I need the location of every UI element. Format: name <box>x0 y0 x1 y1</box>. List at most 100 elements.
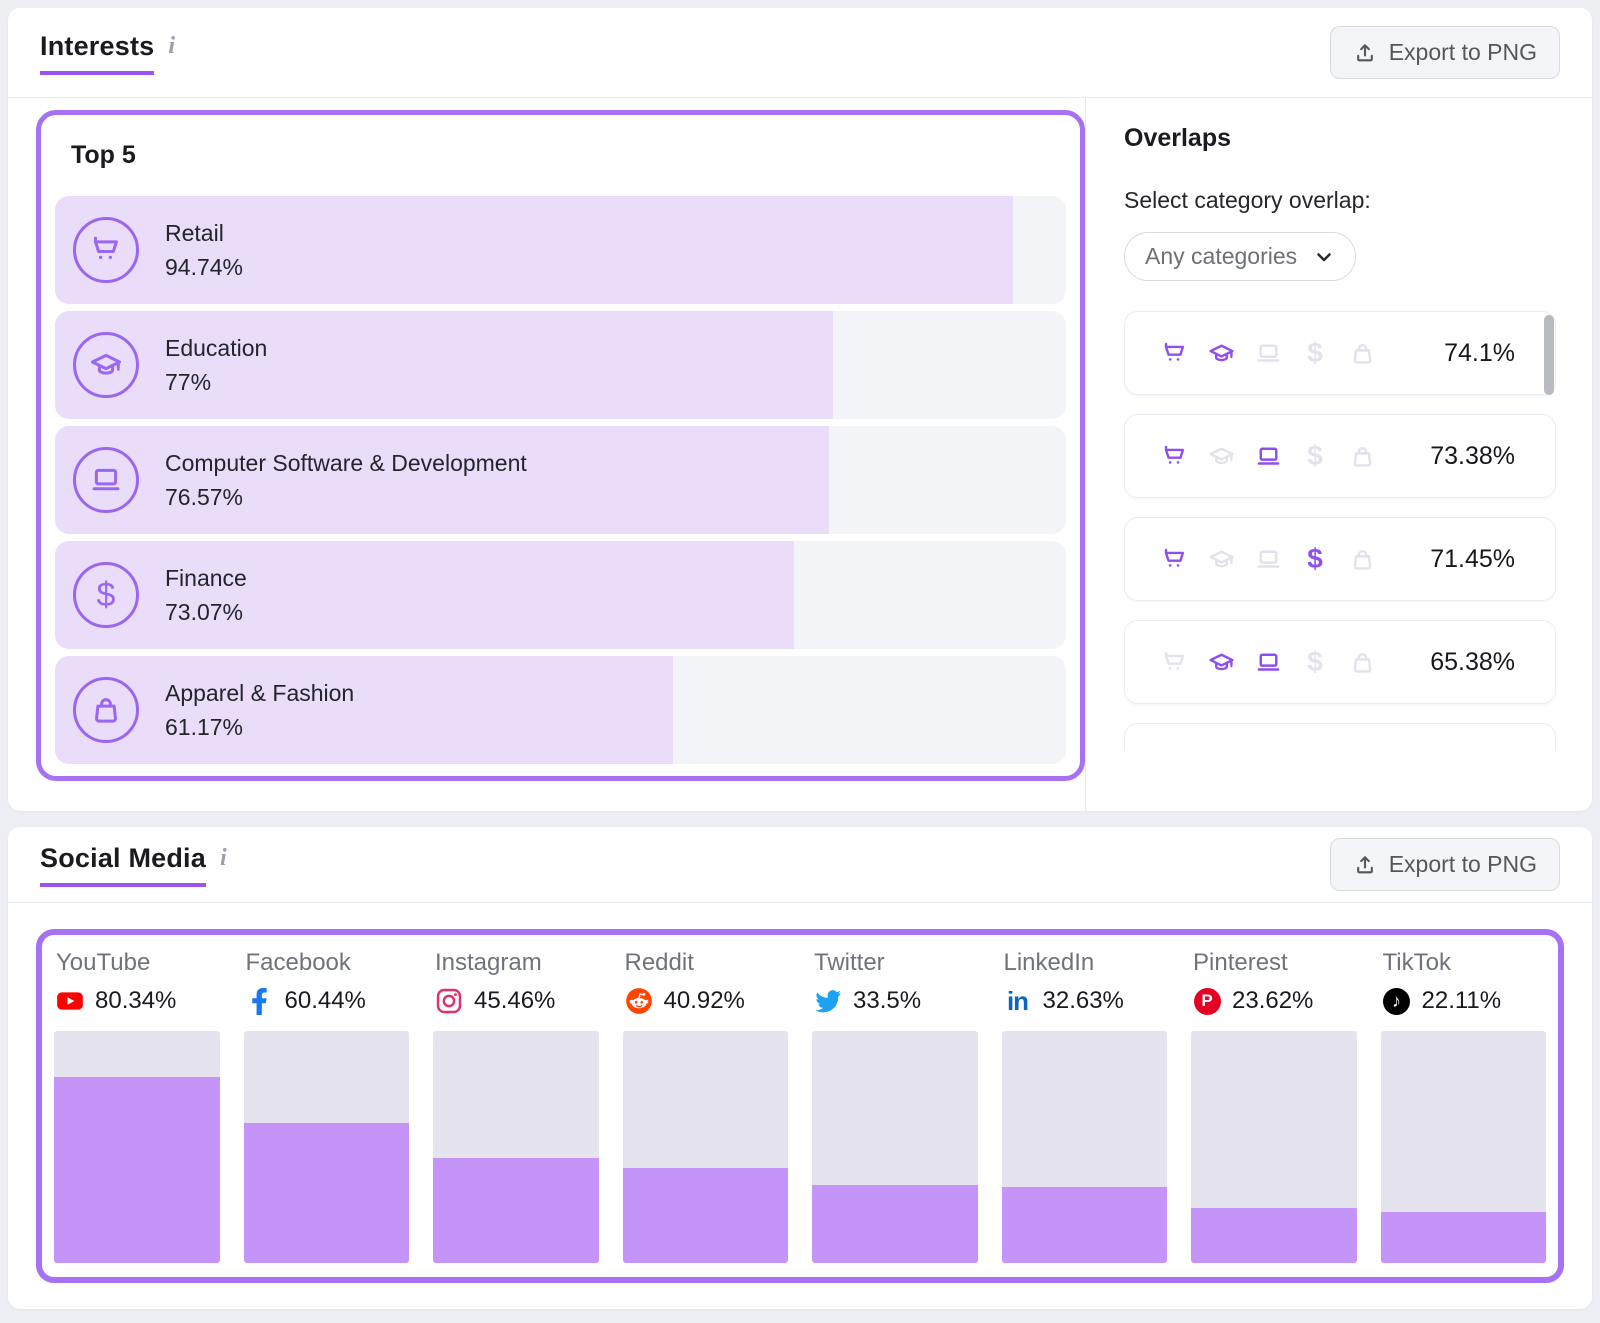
platform-value: 22.11% <box>1422 987 1502 1015</box>
laptop-icon <box>1253 544 1283 574</box>
bar-track <box>244 1031 410 1263</box>
overlaps-list: $ 74.1% $ 73.38% $ <box>1124 311 1556 751</box>
facebook-icon <box>246 987 274 1015</box>
interest-value: 76.57% <box>165 484 527 511</box>
overlap-row[interactable]: $ 74.1% <box>1124 311 1556 395</box>
dropdown-value: Any categories <box>1145 243 1297 270</box>
export-png-label: Export to PNG <box>1389 39 1537 66</box>
platform-value: 33.5% <box>853 987 921 1015</box>
top5-title: Top 5 <box>71 141 1066 170</box>
dollar-icon: $ <box>1300 647 1330 677</box>
interest-label: Finance <box>165 565 247 592</box>
interest-row-education: Education 77% <box>55 311 1066 419</box>
handbag-icon <box>1347 647 1377 677</box>
interest-value: 73.07% <box>165 599 247 626</box>
platform-value: 23.62% <box>1232 987 1313 1015</box>
social-column-twitter: Twitter 33.5% <box>812 947 978 1263</box>
social-column-tiktok: TikTok ♪ 22.11% <box>1381 947 1547 1263</box>
dollar-icon: $ <box>73 562 139 628</box>
overlap-row-partial <box>1124 723 1556 751</box>
platform-name: LinkedIn <box>1004 949 1168 977</box>
overlap-value: 65.38% <box>1430 648 1515 677</box>
interest-label: Education <box>165 335 267 362</box>
handbag-icon <box>1347 338 1377 368</box>
platform-name: Reddit <box>625 949 789 977</box>
bar-fill <box>244 1123 410 1263</box>
bar-fill <box>1191 1208 1357 1263</box>
info-icon[interactable]: i <box>220 845 227 872</box>
scrollbar-thumb[interactable] <box>1544 315 1554 395</box>
dollar-icon: $ <box>1300 544 1330 574</box>
cart-icon <box>1159 338 1189 368</box>
overlap-row[interactable]: $ 65.38% <box>1124 620 1556 704</box>
export-png-button[interactable]: Export to PNG <box>1330 838 1560 891</box>
platform-name: Pinterest <box>1193 949 1357 977</box>
dollar-icon: $ <box>1300 338 1330 368</box>
bar-track <box>1191 1031 1357 1263</box>
info-icon[interactable]: i <box>168 33 175 60</box>
platform-name: Facebook <box>246 949 410 977</box>
graduation-cap-icon <box>1206 338 1236 368</box>
chevron-down-icon <box>1313 246 1335 268</box>
social-header: Social Media i Export to PNG <box>8 827 1592 903</box>
social-column-pinterest: Pinterest P 23.62% <box>1191 947 1357 1263</box>
twitter-icon <box>814 987 842 1015</box>
overlaps-title: Overlaps <box>1124 124 1556 153</box>
reddit-icon <box>625 987 653 1015</box>
upload-icon <box>1353 41 1377 65</box>
interest-label: Retail <box>165 220 243 247</box>
bar-fill <box>433 1158 599 1263</box>
social-column-linkedin: LinkedIn in 32.63% <box>1002 947 1168 1263</box>
social-column-facebook: Facebook 60.44% <box>244 947 410 1263</box>
bar-fill <box>623 1168 789 1263</box>
interest-label: Apparel & Fashion <box>165 680 354 707</box>
laptop-icon <box>1253 338 1283 368</box>
graduation-cap-icon <box>1206 441 1236 471</box>
graduation-cap-icon <box>1206 544 1236 574</box>
platform-value: 45.46% <box>474 987 555 1015</box>
bar-track <box>433 1031 599 1263</box>
bar-track <box>812 1031 978 1263</box>
interest-row-finance: $ Finance 73.07% <box>55 541 1066 649</box>
interests-title: Interests <box>40 31 154 75</box>
bar-fill <box>1381 1212 1547 1263</box>
category-overlap-dropdown[interactable]: Any categories <box>1124 232 1356 281</box>
social-title: Social Media <box>40 843 206 887</box>
platform-name: Instagram <box>435 949 599 977</box>
export-png-button[interactable]: Export to PNG <box>1330 26 1560 79</box>
laptop-icon <box>1253 441 1283 471</box>
social-column-instagram: Instagram 45.46% <box>433 947 599 1263</box>
cart-icon <box>1159 647 1189 677</box>
platform-value: 32.63% <box>1043 987 1124 1015</box>
interests-header: Interests i Export to PNG <box>8 8 1592 98</box>
laptop-icon <box>73 447 139 513</box>
handbag-icon <box>1347 441 1377 471</box>
overlaps-select-label: Select category overlap: <box>1124 187 1556 214</box>
overlaps-panel: Overlaps Select category overlap: Any ca… <box>1085 98 1592 811</box>
cart-icon <box>1159 441 1189 471</box>
bar-fill <box>54 1077 220 1263</box>
platform-name: Twitter <box>814 949 978 977</box>
social-column-youtube: YouTube 80.34% <box>54 947 220 1263</box>
social-column-reddit: Reddit 40.92% <box>623 947 789 1263</box>
overlap-row[interactable]: $ 71.45% <box>1124 517 1556 601</box>
bar-track <box>54 1031 220 1263</box>
platform-name: TikTok <box>1383 949 1547 977</box>
social-media-card: Social Media i Export to PNG YouTube 80.… <box>8 827 1592 1309</box>
bar-fill <box>1002 1187 1168 1263</box>
laptop-icon <box>1253 647 1283 677</box>
bar-track <box>623 1031 789 1263</box>
youtube-icon <box>56 987 84 1015</box>
interests-card: Interests i Export to PNG Top 5 Retail 9… <box>8 8 1592 811</box>
overlap-value: 73.38% <box>1430 442 1515 471</box>
instagram-icon <box>435 987 463 1015</box>
handbag-icon <box>73 677 139 743</box>
platform-value: 60.44% <box>285 987 366 1015</box>
overlap-row[interactable]: $ 73.38% <box>1124 414 1556 498</box>
bar-fill <box>812 1185 978 1263</box>
interest-row-software: Computer Software & Development 76.57% <box>55 426 1066 534</box>
bar-track <box>1381 1031 1547 1263</box>
tiktok-icon: ♪ <box>1383 987 1411 1015</box>
overlap-value: 74.1% <box>1444 339 1515 368</box>
platform-value: 80.34% <box>95 987 176 1015</box>
